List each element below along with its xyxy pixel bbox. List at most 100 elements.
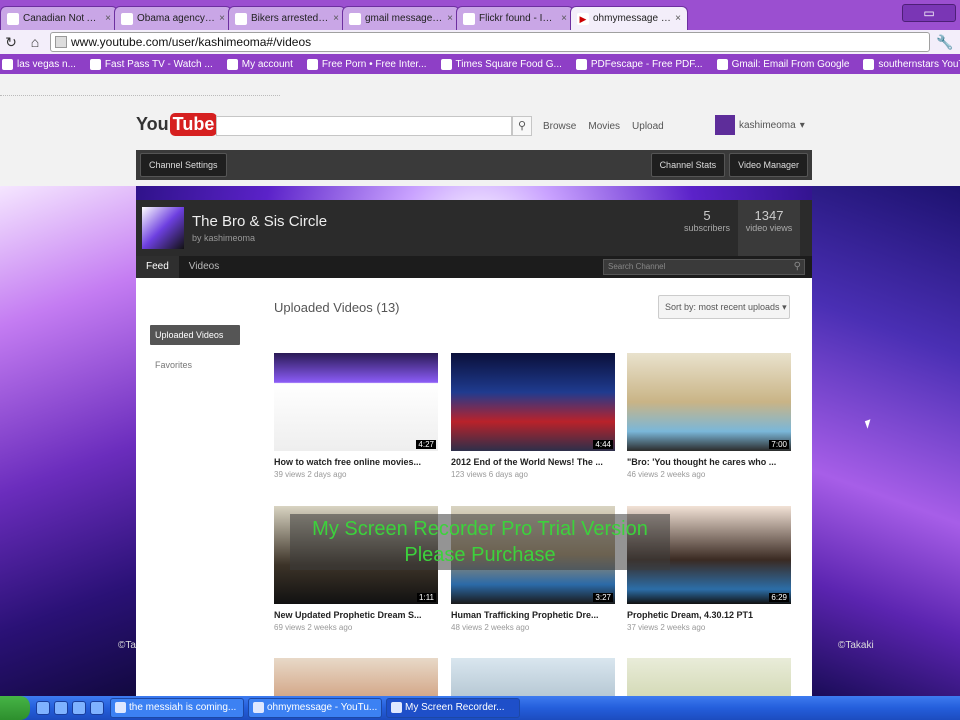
quick-launch-icon[interactable] (72, 701, 86, 715)
avatar (715, 115, 735, 135)
ruler (0, 80, 280, 96)
bookmarks-bar: las vegas n... Fast Pass TV - Watch ... … (0, 54, 960, 74)
username: kashimeoma (739, 119, 796, 131)
bookmark-icon (226, 58, 238, 70)
channel-background-right (812, 186, 960, 696)
taskbar-item-active[interactable]: My Screen Recorder... (386, 698, 520, 718)
video-meta: 39 views 2 days ago (274, 470, 347, 479)
video-title[interactable]: New Updated Prophetic Dream S... (274, 610, 438, 620)
page-favicon-icon (235, 12, 247, 25)
youtube-logo[interactable]: You Tube (136, 113, 218, 136)
bookmark-item[interactable]: Free Porn • Free Inter... (306, 58, 427, 70)
screen-recorder-watermark: My Screen Recorder Pro Trial Version Ple… (290, 514, 670, 570)
quick-launch-icon[interactable] (90, 701, 104, 715)
video-card[interactable]: 7:00 "Bro: 'You thought he cares who ...… (627, 353, 791, 479)
bookmark-item[interactable]: My account (226, 58, 293, 70)
video-title[interactable]: "Bro: 'You thought he cares who ... (627, 457, 791, 467)
close-icon[interactable]: × (447, 13, 453, 24)
channel-stats-button[interactable]: Channel Stats (650, 153, 726, 177)
search-icon[interactable]: ⚲ (512, 116, 532, 136)
video-duration: 4:44 (593, 440, 613, 449)
quick-launch (36, 701, 104, 715)
video-title[interactable]: 2012 End of the World News! The ... (451, 457, 615, 467)
sidebar-item-uploaded-videos[interactable]: Uploaded Videos (150, 325, 240, 345)
video-thumbnail[interactable]: 7:00 (627, 353, 791, 451)
tab-label: ohmymessage - YouTube (593, 13, 671, 24)
channel-background-left (0, 186, 136, 696)
bookmark-item[interactable]: PDFescape - Free PDF... (575, 58, 703, 70)
wrench-icon[interactable]: 🔧 (936, 33, 954, 51)
page-favicon-icon (463, 12, 475, 25)
bookmark-icon (89, 58, 101, 70)
quick-launch-icon[interactable] (54, 701, 68, 715)
youtube-favicon-icon: ▶ (577, 12, 589, 25)
nav-movies[interactable]: Movies (588, 121, 620, 132)
search-icon[interactable]: ⚲ (794, 260, 801, 274)
tab-videos[interactable]: Videos (179, 256, 229, 278)
subscriber-count: 5 subscribers (683, 208, 730, 233)
video-card[interactable]: 4:44 2012 End of the World News! The ...… (451, 353, 615, 479)
browser-tab[interactable]: Flickr found - Internet messages × (456, 6, 574, 30)
browser-tab[interactable]: Canadian Not Able In T × (0, 6, 118, 30)
tab-label: Obama agency rules Papist (137, 13, 215, 24)
bookmark-icon (575, 58, 587, 70)
home-icon[interactable]: ⌂ (26, 33, 44, 51)
video-card[interactable]: 4:27 How to watch free online movies... … (274, 353, 438, 479)
close-icon[interactable]: × (675, 13, 681, 24)
nav-browse[interactable]: Browse (543, 121, 576, 132)
bookmark-item[interactable]: Times Square Food G... (440, 58, 562, 70)
background-credit: ©Takaki (838, 640, 874, 651)
channel-search-input[interactable]: Search Channel ⚲ (603, 259, 805, 275)
page-favicon-icon (121, 12, 133, 25)
video-meta: 48 views 2 weeks ago (451, 623, 530, 632)
tab-label: Canadian Not Able In T (23, 13, 101, 24)
video-manager-button[interactable]: Video Manager (729, 153, 808, 177)
video-meta: 46 views 2 weeks ago (627, 470, 706, 479)
tab-label: gmail messages - Google Sea (365, 13, 444, 24)
close-icon[interactable]: × (219, 13, 225, 24)
channel-owner[interactable]: by kashimeoma (192, 233, 327, 243)
video-title[interactable]: How to watch free online movies... (274, 457, 438, 467)
quick-launch-icon[interactable] (36, 701, 50, 715)
screen: Canadian Not Able In T × Obama agency rul… (0, 0, 960, 720)
video-title[interactable]: Prophetic Dream, 4.30.12 PT1 (627, 610, 791, 620)
reload-icon[interactable]: ↻ (2, 33, 20, 51)
bookmark-icon (863, 58, 875, 70)
tab-feed[interactable]: Feed (136, 256, 179, 278)
video-thumbnail[interactable]: 4:44 (451, 353, 615, 451)
taskbar-item[interactable]: the messiah is coming... (110, 698, 244, 718)
url-text: www.youtube.com/user/kashimeoma#/videos (71, 35, 312, 49)
taskbar-item[interactable]: ohmymessage - YouTu... (248, 698, 382, 718)
close-icon[interactable]: × (561, 13, 567, 24)
browser-tab-active[interactable]: ▶ ohmymessage - YouTube × (570, 6, 688, 30)
bookmark-icon (440, 58, 452, 70)
video-title[interactable]: Human Trafficking Prophetic Dre... (451, 610, 615, 620)
window-restore-button[interactable]: ▭ (902, 4, 956, 22)
browser-tab[interactable]: Bikers arrested in Thailand × (228, 6, 346, 30)
bookmark-item[interactable]: las vegas n... (2, 58, 76, 70)
sidebar-item-favorites[interactable]: Favorites (155, 360, 192, 370)
bookmark-item[interactable]: southernstars YouTube (863, 58, 960, 70)
address-bar[interactable]: www.youtube.com/user/kashimeoma#/videos (50, 32, 930, 52)
search-input[interactable] (216, 116, 512, 136)
bookmark-icon (306, 58, 318, 70)
browser-tab[interactable]: Obama agency rules Papist × (114, 6, 232, 30)
video-thumbnail[interactable]: 4:27 (274, 353, 438, 451)
section-title: Uploaded Videos (13) (274, 300, 400, 315)
start-button[interactable] (0, 696, 30, 720)
bookmark-item[interactable]: Gmail: Email From Google (716, 58, 849, 70)
nav-upload[interactable]: Upload (632, 121, 664, 132)
tab-label: Bikers arrested in Thailand (251, 13, 329, 24)
browser-tab[interactable]: gmail messages - Google Sea× (342, 6, 460, 30)
view-count: 1347 video views (738, 200, 800, 256)
browser-toolbar: ↻ ⌂ www.youtube.com/user/kashimeoma#/vid… (0, 30, 960, 54)
bookmark-item[interactable]: Fast Pass TV - Watch ... (89, 58, 213, 70)
bookmark-icon (716, 58, 728, 70)
video-duration: 1:11 (417, 593, 436, 602)
windows-taskbar: the messiah is coming... ohmymessage - Y… (0, 696, 960, 720)
close-icon[interactable]: × (105, 13, 111, 24)
close-icon[interactable]: × (333, 13, 339, 24)
sort-dropdown[interactable]: Sort by: most recent uploads ▾ (658, 295, 790, 319)
user-menu[interactable]: kashimeoma ▾ (715, 115, 805, 135)
channel-settings-button[interactable]: Channel Settings (140, 153, 227, 177)
